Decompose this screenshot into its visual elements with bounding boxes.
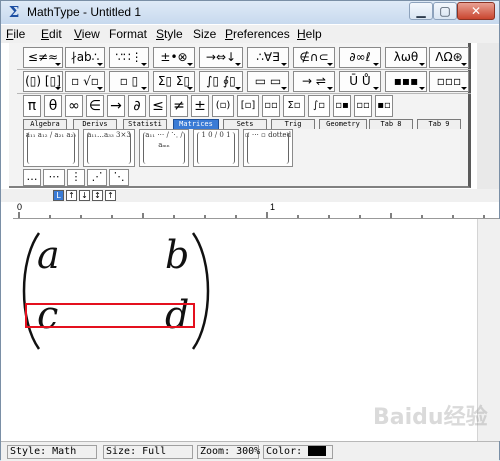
dots-diagonal-up[interactable]: ⋰: [87, 169, 107, 186]
symbol-pi[interactable]: π: [23, 95, 41, 117]
dots-centered[interactable]: ⋯: [43, 169, 65, 186]
template-summation[interactable]: Σ▫: [283, 95, 305, 117]
palette-matrices[interactable]: ▪▪▪: [385, 71, 427, 92]
status-zoom: Zoom: 300%: [197, 445, 260, 459]
palette-subscripts[interactable]: ▫ ▯: [109, 71, 149, 92]
symbol-infinity[interactable]: ∞: [65, 95, 83, 117]
ruler-ticks: [18, 212, 485, 218]
tab-trig[interactable]: Trig: [271, 119, 315, 129]
symbol-plus-minus[interactable]: ±: [191, 95, 209, 117]
watermark-logo: Baidu经验: [373, 405, 488, 430]
row-divider: [17, 93, 471, 94]
menu-bar: File Edit View Format Style Size Prefere…: [1, 25, 499, 43]
palette-products[interactable]: Ū Ů: [339, 71, 381, 92]
tab-8[interactable]: Tab 8: [369, 119, 413, 129]
tab-sets[interactable]: Sets: [223, 119, 267, 129]
tab-geometry[interactable]: Geometry: [319, 119, 367, 129]
palette-labeled-arrows[interactable]: → ⇌: [293, 71, 335, 92]
ruler-label-1: 1: [270, 202, 276, 212]
minimize-button[interactable]: ▁: [409, 2, 433, 20]
title-bar[interactable]: Σ MathType - Untitled 1 ▁ ▢ ✕: [1, 1, 499, 24]
menu-help[interactable]: Help: [297, 27, 322, 41]
template-identity-matrix[interactable]: 1 0 / 0 1: [193, 129, 239, 167]
template-brackets[interactable]: [▫]: [237, 95, 259, 117]
template-integral[interactable]: ∫▫: [308, 95, 330, 117]
ruler[interactable]: 0 1: [13, 202, 499, 219]
template-fraction[interactable]: ▫▫: [262, 95, 280, 117]
palette-greek-lower[interactable]: λωθ: [385, 47, 427, 68]
symbol-element-of[interactable]: ∈: [86, 95, 104, 117]
tab-9[interactable]: Tab 9: [417, 119, 461, 129]
tab-stop-relation[interactable]: ↕: [92, 190, 103, 201]
tab-stop-left[interactable]: L: [53, 190, 64, 201]
menu-style[interactable]: Style: [156, 27, 183, 41]
palette-sets[interactable]: ∉∩⊂: [293, 47, 335, 68]
template-matrix-3x3-subscripted[interactable]: a₁₁…a₃₃ 3×3: [83, 129, 135, 167]
template-superscript[interactable]: ▫▪: [333, 95, 351, 117]
palette-spaces[interactable]: ∤ab∴: [65, 47, 105, 68]
palette-boxes[interactable]: ▫▫▫: [429, 71, 469, 92]
tab-algebra[interactable]: Algebra: [23, 119, 67, 129]
palette-bars[interactable]: ▭ ▭: [247, 71, 289, 92]
tab-matrices[interactable]: Matrices: [173, 119, 219, 129]
palette-summations[interactable]: Σ▯ Σ▯: [153, 71, 195, 92]
menu-format[interactable]: Format: [109, 27, 147, 41]
menu-preferences[interactable]: Preferences: [225, 27, 290, 41]
matrix-entry-b[interactable]: b: [165, 235, 189, 275]
palette-logic[interactable]: ∴∀∃: [247, 47, 289, 68]
status-bar: Style: Math Size: Full Zoom: 300% Color:: [1, 441, 499, 461]
selection-highlight-box: [25, 303, 195, 328]
maximize-button[interactable]: ▢: [433, 2, 457, 20]
menu-edit[interactable]: Edit: [41, 27, 62, 41]
palette-greek-upper[interactable]: ΛΩ⊛: [429, 47, 469, 68]
mathtype-window: Σ MathType - Untitled 1 ▁ ▢ ✕ File Edit …: [0, 0, 500, 461]
close-button[interactable]: ✕: [457, 2, 495, 20]
tab-stop-right[interactable]: ↓: [79, 190, 90, 201]
matrix-entry-a[interactable]: a: [37, 235, 60, 275]
palette-fractions-radicals[interactable]: ▫ √▫: [65, 71, 105, 92]
ruler-label-0: 0: [17, 202, 23, 212]
palette-arrows[interactable]: →⇔↓: [199, 47, 243, 68]
tab-stop-center[interactable]: ↑: [66, 190, 77, 201]
menu-view[interactable]: View: [74, 27, 100, 41]
palette-fences[interactable]: (▯) [▯]: [23, 71, 63, 92]
symbol-not-equal[interactable]: ≠: [170, 95, 188, 117]
menu-file[interactable]: File: [6, 27, 25, 41]
palette-operators[interactable]: ±•⊗: [153, 47, 195, 68]
template-matrix-2x2-subscripted[interactable]: a₁₁ a₁₂ / a₂₁ a₂₂: [23, 129, 79, 167]
sigma-app-icon: Σ: [8, 3, 20, 21]
palette-relations[interactable]: ≤≠≈: [23, 47, 63, 68]
symbol-less-equal[interactable]: ≤: [149, 95, 167, 117]
template-matrix-mxn[interactable]: a₁₁ ⋯ / ⋱ / aₘₙ: [139, 129, 189, 167]
symbol-theta[interactable]: θ: [44, 95, 62, 117]
right-parenthesis: [191, 232, 210, 350]
symbol-right-arrow[interactable]: →: [107, 95, 125, 117]
tab-stop-decimal[interactable]: ↑: [105, 190, 116, 201]
palette-integrals[interactable]: ∫▯ ∮▯: [199, 71, 243, 92]
color-swatch: [308, 446, 326, 456]
status-size: Size: Full: [103, 445, 193, 459]
menu-size[interactable]: Size: [193, 27, 216, 41]
palette-embellishments[interactable]: ∵∷⋮: [109, 47, 149, 68]
dots-horizontal[interactable]: …: [23, 169, 41, 186]
toolbar-scroll-area: [477, 43, 499, 190]
template-presubscript[interactable]: ▪▫: [375, 95, 393, 117]
tab-derivs[interactable]: Derivs: [73, 119, 117, 129]
dots-diagonal-down[interactable]: ⋱: [109, 169, 129, 186]
row-divider: [17, 69, 471, 70]
template-matrix-dotted[interactable]: ▫ ⋯ ▫ dotted: [243, 129, 293, 167]
status-style: Style: Math: [7, 445, 97, 459]
tab-statistics[interactable]: Statisti: [123, 119, 167, 129]
symbol-partial[interactable]: ∂: [128, 95, 146, 117]
dots-vertical[interactable]: ⋮: [67, 169, 85, 186]
toolbar-panel: ≤≠≈ ∤ab∴ ∵∷⋮ ±•⊗ →⇔↓ ∴∀∃ ∉∩⊂ ∂∞ℓ λωθ ΛΩ⊛…: [9, 43, 471, 188]
template-subscript[interactable]: ▫▫: [354, 95, 372, 117]
palette-misc[interactable]: ∂∞ℓ: [339, 47, 381, 68]
template-parentheses[interactable]: (▫): [212, 95, 234, 117]
window-title: MathType - Untitled 1: [27, 5, 142, 19]
